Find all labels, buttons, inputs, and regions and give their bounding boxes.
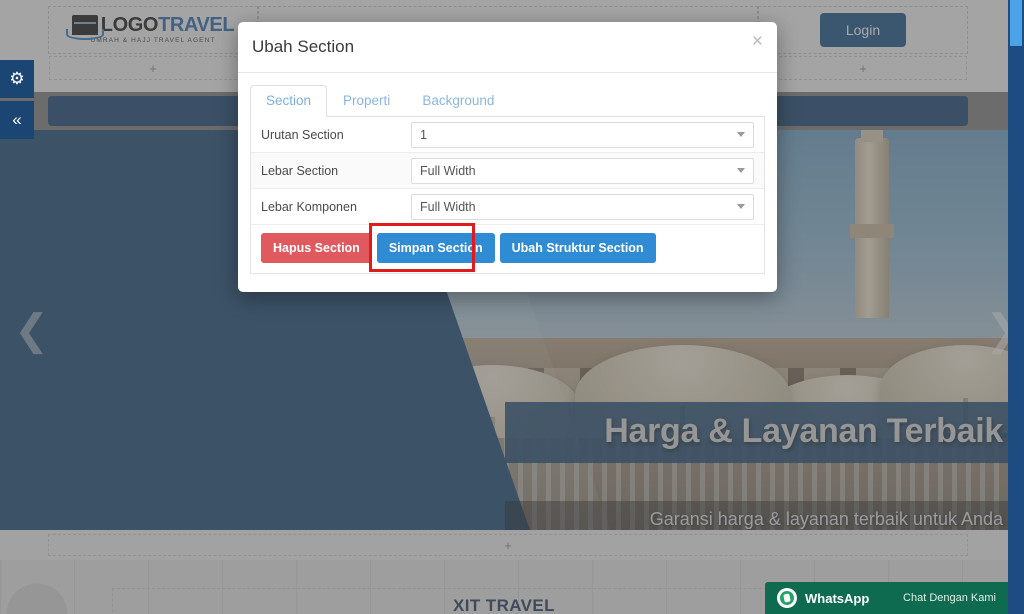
modal-body: Section Properti Background Urutan Secti… (238, 73, 777, 274)
whatsapp-chat-label: Chat Dengan Kami (903, 592, 996, 604)
modal-action-buttons: Hapus Section Simpan Section Ubah Strukt… (251, 223, 764, 273)
tab-properti[interactable]: Properti (327, 85, 406, 117)
scrollbar-thumb[interactable] (1010, 0, 1022, 46)
login-button[interactable]: Login (819, 13, 907, 47)
logo-text: LOGOTRAVEL (100, 14, 235, 37)
add-section-button[interactable]: + (48, 534, 968, 556)
collapse-left-icon[interactable]: « (0, 101, 34, 139)
header-login-cell[interactable]: Login + (758, 6, 968, 80)
whatsapp-icon (777, 588, 797, 608)
tab-background[interactable]: Background (406, 85, 510, 117)
close-icon[interactable]: × (752, 32, 763, 51)
modal-tabs: Section Properti Background (250, 85, 765, 117)
select-lebar-komponen-value: Full Width (420, 199, 476, 214)
simpan-section-button[interactable]: Simpan Section (376, 233, 495, 263)
slider-prev-icon[interactable]: ❮ (14, 309, 49, 351)
whatsapp-label: WhatsApp (805, 590, 870, 606)
field-row-lebar-komponen: Lebar Komponen Full Width (251, 189, 764, 225)
page-scrollbar[interactable] (1008, 0, 1024, 614)
header-logo-cell[interactable]: LOGOTRAVEL UMRAH & HAJJ TRAVEL AGENT + (48, 6, 258, 80)
select-lebar-section[interactable]: Full Width (411, 157, 754, 184)
select-lebar-section-value: Full Width (420, 163, 476, 178)
select-lebar-komponen[interactable]: Full Width (411, 193, 754, 220)
site-logo: LOGOTRAVEL UMRAH & HAJJ TRAVEL AGENT (65, 14, 235, 45)
label-lebar-komponen: Lebar Komponen (261, 199, 357, 214)
select-urutan-section[interactable]: 1 (411, 121, 754, 148)
whatsapp-widget[interactable]: WhatsApp Chat Dengan Kami (765, 582, 1008, 614)
slider-next-icon[interactable]: ❯ (985, 309, 1008, 351)
hero-subtitle-bar: Garansi harga & layanan terbaik untuk An… (505, 501, 1008, 530)
logo-text-secondary: TRAVEL (158, 14, 235, 37)
logo-tagline: UMRAH & HAJJ TRAVEL AGENT (90, 37, 216, 45)
modal-title: Ubah Section (252, 37, 355, 56)
label-lebar-section: Lebar Section (261, 163, 339, 178)
minaret (850, 130, 894, 318)
select-urutan-section-value: 1 (420, 127, 427, 142)
label-urutan-section: Urutan Section (261, 127, 344, 142)
hero-subtitle: Garansi harga & layanan terbaik untuk An… (649, 509, 1003, 529)
settings-gears-icon[interactable]: ⚙ (0, 60, 34, 98)
logo-text-primary: LOGO (100, 14, 159, 37)
modal-header: Ubah Section × (238, 22, 777, 73)
hero-title: Harga & Layanan Terbaik (604, 412, 1003, 450)
header-add-logo-row[interactable]: + (49, 56, 257, 80)
hapus-section-button[interactable]: Hapus Section (261, 233, 372, 263)
chevron-down-icon (737, 167, 745, 173)
kaaba-icon (65, 15, 104, 41)
hero-caption: Harga & Layanan Terbaik Garansi harga & … (505, 402, 1008, 530)
tab-section[interactable]: Section (250, 85, 328, 117)
header-add-right-row[interactable]: + (759, 56, 967, 80)
chevron-down-icon (737, 203, 745, 209)
chevron-down-icon (737, 131, 745, 137)
builder-side-toolbar: ⚙ « (0, 60, 34, 142)
field-row-lebar-section: Lebar Section Full Width (251, 153, 764, 189)
ubah-struktur-section-button[interactable]: Ubah Struktur Section (499, 233, 656, 263)
screen: LOGOTRAVEL UMRAH & HAJJ TRAVEL AGENT + +… (0, 0, 1024, 614)
section-form: Urutan Section 1 Lebar Section Full Widt… (250, 117, 765, 274)
ubah-section-modal: Ubah Section × Section Properti Backgrou… (238, 22, 777, 292)
field-row-urutan-section: Urutan Section 1 (251, 117, 764, 153)
hero-title-bar: Harga & Layanan Terbaik (505, 402, 1008, 463)
